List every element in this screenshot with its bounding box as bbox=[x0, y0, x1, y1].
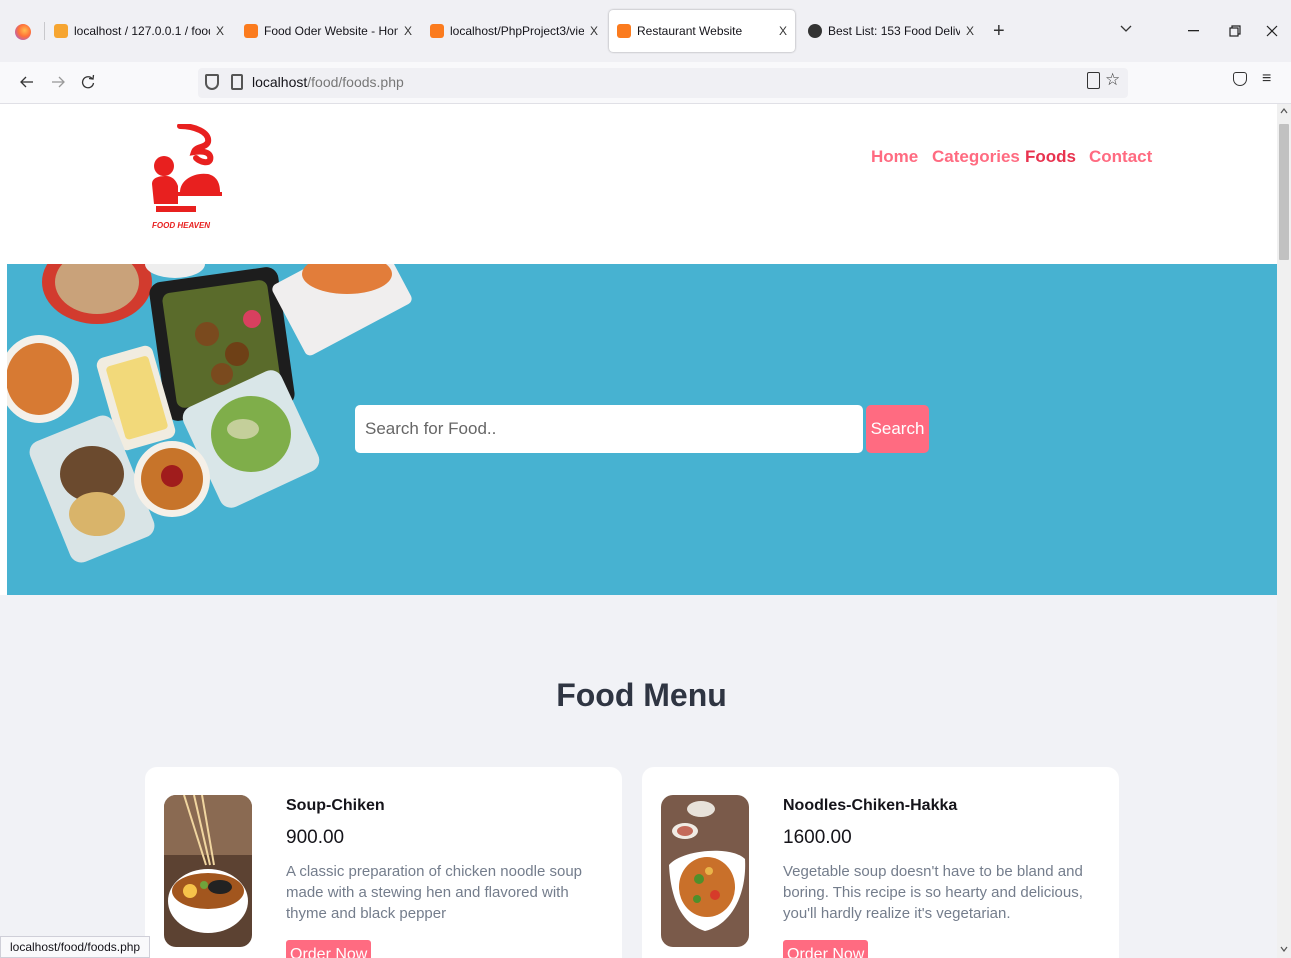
nav-foods[interactable]: Foods bbox=[1025, 147, 1076, 167]
tab-close-icon[interactable]: X bbox=[216, 24, 224, 38]
food-description: A classic preparation of chicken noodle … bbox=[286, 863, 583, 922]
tab-separator bbox=[44, 22, 45, 40]
tab-close-icon[interactable]: X bbox=[779, 24, 787, 38]
shield-icon[interactable] bbox=[205, 74, 219, 90]
nav-categories[interactable]: Categories bbox=[932, 147, 1020, 167]
globe-favicon-icon bbox=[808, 24, 822, 38]
food-menu-section: Food Menu Soup-Chiken 900.00 A classic p… bbox=[0, 595, 1277, 958]
tab-close-icon[interactable]: X bbox=[966, 24, 974, 38]
food-menu-title: Food Menu bbox=[556, 677, 727, 713]
nav-contact[interactable]: Contact bbox=[1089, 147, 1152, 167]
reload-icon[interactable] bbox=[81, 74, 95, 89]
tab-title: Food Oder Website - Home Pag bbox=[264, 24, 398, 38]
page-viewport: FOOD HEAVEN Home Categories Foods Contac… bbox=[0, 104, 1277, 958]
restore-icon[interactable] bbox=[1229, 25, 1241, 37]
tab-phpmyadmin[interactable]: localhost / 127.0.0.1 / food_ord X bbox=[46, 12, 232, 50]
tab-title: Restaurant Website bbox=[637, 24, 743, 38]
pocket-icon[interactable] bbox=[1233, 72, 1247, 86]
bookmark-star-icon[interactable]: ☆ bbox=[1105, 70, 1120, 90]
tab-title: localhost / 127.0.0.1 / food_ord bbox=[74, 24, 210, 38]
food-menu-item: Soup-Chiken 900.00 A classic preparation… bbox=[145, 767, 622, 958]
search-button[interactable]: Search bbox=[866, 405, 929, 453]
food-price: 1600.00 bbox=[783, 827, 852, 848]
food-search-input[interactable] bbox=[355, 405, 863, 453]
hamburger-menu-icon[interactable]: ≡ bbox=[1262, 70, 1271, 88]
page-icon[interactable] bbox=[231, 74, 243, 90]
minimize-icon[interactable] bbox=[1188, 30, 1199, 32]
scrollbar-thumb[interactable] bbox=[1279, 124, 1289, 260]
url-host: localhost bbox=[252, 74, 308, 90]
tab-list-chevron-icon[interactable] bbox=[1120, 25, 1132, 33]
food-price: 900.00 bbox=[286, 827, 345, 848]
firefox-logo-icon[interactable] bbox=[15, 24, 31, 40]
scroll-up-arrow-icon[interactable] bbox=[1280, 108, 1288, 114]
back-arrow-icon[interactable] bbox=[20, 76, 34, 88]
browser-tab-bar: localhost / 127.0.0.1 / food_ord X Food … bbox=[0, 0, 1291, 62]
order-now-button[interactable]: Order Now bbox=[783, 940, 869, 958]
nav-home[interactable]: Home bbox=[871, 147, 918, 167]
food-menu-item: Noodles-Chiken-Hakka 1600.00 Vegetable s… bbox=[642, 767, 1119, 958]
tab-title: Best List: 153 Food Delivery Bus bbox=[828, 24, 960, 38]
scroll-down-arrow-icon[interactable] bbox=[1280, 946, 1288, 952]
url-path: /food/foods.php bbox=[307, 74, 404, 90]
food-name: Soup-Chiken bbox=[286, 797, 385, 814]
reader-view-icon[interactable] bbox=[1087, 72, 1100, 89]
food-description: Vegetable soup doesn't have to be bland … bbox=[783, 863, 1083, 922]
tab-restaurant-website[interactable]: Restaurant Website X bbox=[609, 10, 795, 52]
url-text[interactable]: localhost/food/foods.php bbox=[252, 74, 404, 90]
phpmyadmin-favicon-icon bbox=[54, 24, 68, 38]
tab-best-list[interactable]: Best List: 153 Food Delivery Bus X bbox=[800, 12, 982, 50]
logo-text: FOOD HEAVEN bbox=[152, 221, 210, 230]
tab-title: localhost/PhpProject3/view/vie bbox=[450, 24, 584, 38]
tab-food-oder[interactable]: Food Oder Website - Home Pag X bbox=[236, 12, 420, 50]
xampp-favicon-icon bbox=[244, 24, 258, 38]
order-now-button[interactable]: Order Now bbox=[286, 940, 372, 958]
close-window-icon[interactable] bbox=[1266, 25, 1278, 37]
xampp-favicon-icon bbox=[430, 24, 444, 38]
tab-phpproject3[interactable]: localhost/PhpProject3/view/vie X bbox=[422, 12, 606, 50]
tab-close-icon[interactable]: X bbox=[590, 24, 598, 38]
xampp-favicon-icon bbox=[617, 24, 631, 38]
noodles-hakka-image bbox=[661, 795, 749, 947]
soup-chicken-image bbox=[164, 795, 252, 947]
status-bar-url: localhost/food/foods.php bbox=[0, 936, 151, 958]
food-heaven-logo[interactable]: FOOD HEAVEN bbox=[150, 124, 222, 230]
new-tab-button[interactable]: + bbox=[993, 20, 1005, 43]
food-name: Noodles-Chiken-Hakka bbox=[783, 797, 958, 814]
food-search-hero: Search bbox=[7, 264, 1277, 595]
forward-arrow-icon[interactable] bbox=[51, 76, 65, 88]
tab-close-icon[interactable]: X bbox=[404, 24, 412, 38]
